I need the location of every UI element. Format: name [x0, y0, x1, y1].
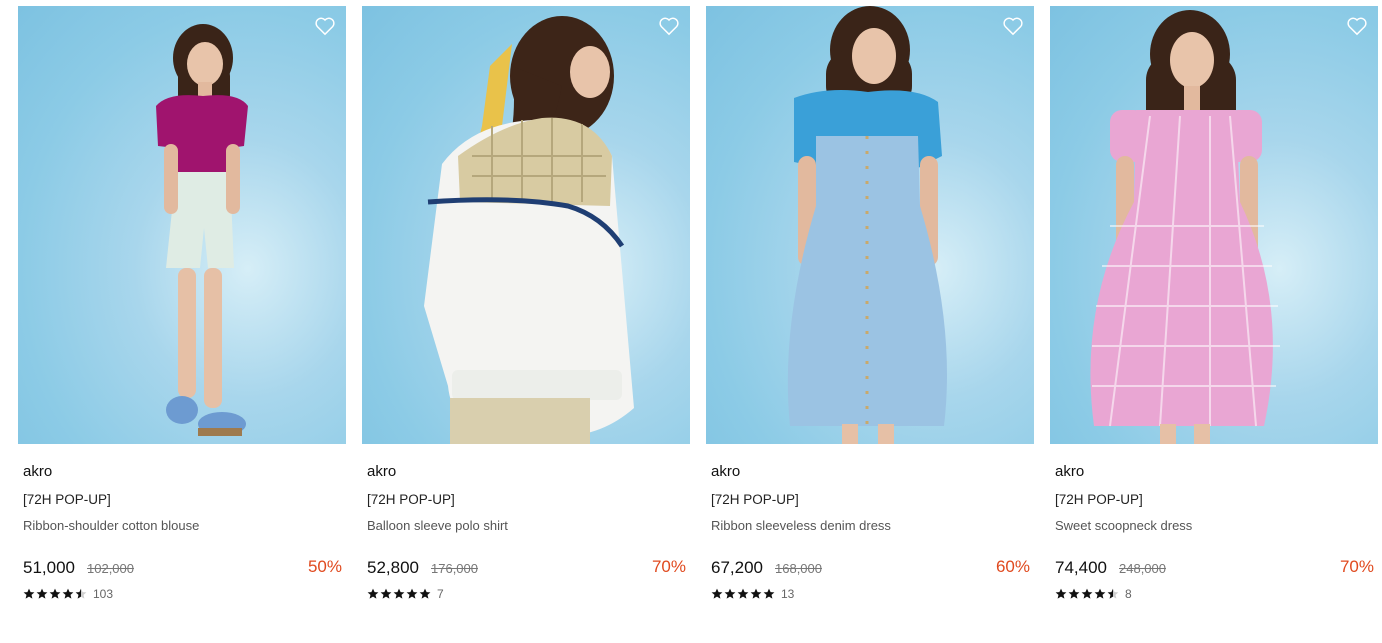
product-brand[interactable]: akro [23, 463, 346, 480]
star-icon [380, 588, 392, 599]
product-title[interactable]: Ribbon sleeveless denim dress [711, 518, 1034, 533]
star-icon [419, 588, 431, 599]
wishlist-heart-icon[interactable] [314, 16, 336, 36]
star-rating [1055, 588, 1119, 600]
price-row: 52,800 176,000 70% [367, 557, 690, 578]
model-photo [1090, 10, 1280, 444]
review-count: 8 [1125, 587, 1132, 601]
product-card[interactable]: akro [72H POP-UP] Ribbon sleeveless deni… [706, 6, 1034, 601]
discount-badge: 70% [1339, 557, 1374, 576]
product-brand[interactable]: akro [711, 463, 1034, 480]
product-tag: [72H POP-UP] [1055, 492, 1143, 507]
star-icon [1068, 588, 1080, 599]
star-icon [49, 588, 61, 599]
star-icon [750, 588, 762, 599]
star-icon [711, 588, 723, 599]
product-brand[interactable]: akro [1055, 463, 1378, 480]
sale-price: 51,000 [23, 558, 75, 577]
product-title[interactable]: Balloon sleeve polo shirt [367, 518, 690, 533]
star-icon [62, 588, 74, 599]
rating-row: 13 [711, 587, 1034, 601]
sale-price: 67,200 [711, 558, 763, 577]
product-card[interactable]: akro [72H POP-UP] Balloon sleeve polo sh… [362, 6, 690, 601]
product-tag: [72H POP-UP] [367, 492, 455, 507]
product-image[interactable] [1050, 6, 1378, 444]
star-rating [711, 588, 775, 600]
wishlist-heart-icon[interactable] [1002, 16, 1024, 36]
rating-row: 103 [23, 587, 346, 601]
wishlist-heart-icon[interactable] [1346, 16, 1368, 36]
model-photo [424, 16, 634, 444]
price-row: 51,000 102,000 50% [23, 557, 346, 578]
product-image[interactable] [18, 6, 346, 444]
star-icon [1094, 588, 1106, 599]
star-icon [36, 588, 48, 599]
review-count: 7 [437, 587, 444, 601]
product-card[interactable]: akro [72H POP-UP] Ribbon-shoulder cotton… [18, 6, 346, 601]
sale-price: 74,400 [1055, 558, 1107, 577]
star-icon [1055, 588, 1067, 599]
star-icon [763, 588, 775, 599]
review-count: 103 [93, 587, 114, 601]
star-icon [75, 588, 87, 599]
star-icon [1107, 588, 1119, 599]
star-rating [23, 588, 87, 600]
rating-row: 8 [1055, 587, 1378, 601]
original-price: 102,000 [87, 561, 134, 576]
original-price: 168,000 [775, 561, 822, 576]
review-count: 13 [781, 587, 795, 601]
price-row: 74,400 248,000 70% [1055, 557, 1378, 578]
star-icon [1081, 588, 1093, 599]
product-title[interactable]: Sweet scoopneck dress [1055, 518, 1378, 533]
product-card[interactable]: akro [72H POP-UP] Sweet scoopneck dress … [1050, 6, 1378, 601]
product-grid: akro [72H POP-UP] Ribbon-shoulder cotton… [18, 6, 1378, 601]
discount-badge: 70% [651, 557, 686, 576]
product-image[interactable] [706, 6, 1034, 444]
star-icon [724, 588, 736, 599]
product-tag: [72H POP-UP] [23, 492, 111, 507]
product-tag: [72H POP-UP] [711, 492, 799, 507]
product-brand[interactable]: akro [367, 463, 690, 480]
model-photo [787, 6, 947, 444]
wishlist-heart-icon[interactable] [658, 16, 680, 36]
original-price: 248,000 [1119, 561, 1166, 576]
discount-badge: 60% [995, 557, 1030, 576]
original-price: 176,000 [431, 561, 478, 576]
star-icon [393, 588, 405, 599]
discount-badge: 50% [307, 557, 342, 576]
star-icon [406, 588, 418, 599]
price-row: 67,200 168,000 60% [711, 557, 1034, 578]
product-title[interactable]: Ribbon-shoulder cotton blouse [23, 518, 346, 533]
rating-row: 7 [367, 587, 690, 601]
star-icon [367, 588, 379, 599]
model-photo [156, 24, 248, 436]
product-image[interactable] [362, 6, 690, 444]
star-rating [367, 588, 431, 600]
star-icon [737, 588, 749, 599]
sale-price: 52,800 [367, 558, 419, 577]
star-icon [23, 588, 35, 599]
